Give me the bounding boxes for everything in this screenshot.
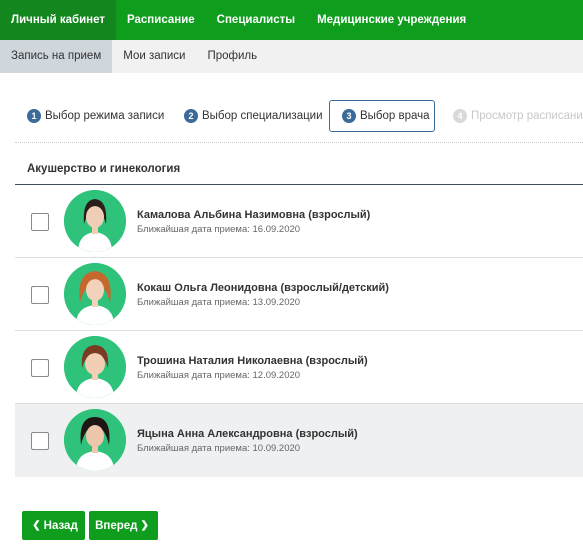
doctor-row[interactable]: Трошина Наталия Николаевна (взрослый) Бл… bbox=[15, 331, 583, 404]
nav-personal-cabinet[interactable]: Личный кабинет bbox=[0, 0, 116, 40]
subnav-profile[interactable]: Профиль bbox=[196, 40, 268, 73]
chevron-right-icon: ❯ bbox=[140, 520, 149, 531]
doctor-list: Камалова Альбина Назимовна (взрослый) Бл… bbox=[15, 185, 583, 477]
doctor-checkbox[interactable] bbox=[31, 432, 49, 450]
doctor-row[interactable]: Камалова Альбина Назимовна (взрослый) Бл… bbox=[15, 185, 583, 258]
step-schedule: 4 Просмотр расписания bbox=[453, 100, 583, 132]
nav-medical-institutions[interactable]: Медицинские учреждения bbox=[306, 0, 477, 40]
top-navigation: Личный кабинет Расписание Специалисты Ме… bbox=[0, 0, 583, 40]
doctor-avatar bbox=[64, 263, 126, 325]
doctor-name: Кокаш Ольга Леонидовна (взрослый/детский… bbox=[137, 282, 389, 294]
doctor-avatar bbox=[64, 409, 126, 471]
step-specialization[interactable]: 2 Выбор специализации bbox=[184, 100, 323, 132]
next-button[interactable]: Вперед ❯ bbox=[89, 511, 158, 540]
wizard-steps: 1 Выбор режима записи 2 Выбор специализа… bbox=[0, 100, 583, 132]
step-number: 3 bbox=[342, 109, 356, 123]
doctor-nearest-date: Ближайшая дата приема: 12.09.2020 bbox=[137, 370, 301, 381]
step-label: Выбор врача bbox=[360, 110, 430, 122]
specialization-title: Акушерство и гинекология bbox=[27, 163, 181, 175]
doctor-name: Камалова Альбина Назимовна (взрослый) bbox=[137, 209, 371, 221]
doctor-name: Яцына Анна Александровна (взрослый) bbox=[137, 428, 358, 440]
doctor-avatar bbox=[64, 190, 126, 252]
doctor-checkbox[interactable] bbox=[31, 213, 49, 231]
subnav-my-records[interactable]: Мои записи bbox=[112, 40, 196, 73]
step-label: Просмотр расписания bbox=[471, 110, 583, 122]
doctor-checkbox[interactable] bbox=[31, 286, 49, 304]
nav-specialists[interactable]: Специалисты bbox=[206, 0, 306, 40]
doctor-row[interactable]: Кокаш Ольга Леонидовна (взрослый/детский… bbox=[15, 258, 583, 331]
doctor-nearest-date: Ближайшая дата приема: 13.09.2020 bbox=[137, 297, 301, 308]
subnav-appointment[interactable]: Запись на прием bbox=[0, 40, 113, 73]
doctor-name: Трошина Наталия Николаевна (взрослый) bbox=[137, 355, 368, 367]
doctor-nearest-date: Ближайшая дата приема: 10.09.2020 bbox=[137, 443, 301, 454]
step-doctor[interactable]: 3 Выбор врача bbox=[329, 100, 435, 132]
doctor-nearest-date: Ближайшая дата приема: 16.09.2020 bbox=[137, 224, 301, 235]
nav-schedule[interactable]: Расписание bbox=[116, 0, 206, 40]
divider bbox=[15, 142, 583, 143]
step-number: 2 bbox=[184, 109, 198, 123]
back-button-label: Назад bbox=[43, 519, 78, 532]
step-label: Выбор специализации bbox=[202, 110, 323, 122]
next-button-label: Вперед bbox=[95, 519, 138, 532]
doctor-checkbox[interactable] bbox=[31, 359, 49, 377]
step-number: 4 bbox=[453, 109, 467, 123]
step-mode[interactable]: 1 Выбор режима записи bbox=[27, 100, 164, 132]
back-button[interactable]: ❮ Назад bbox=[22, 511, 85, 540]
doctor-avatar bbox=[64, 336, 126, 398]
step-label: Выбор режима записи bbox=[45, 110, 165, 122]
step-number: 1 bbox=[27, 109, 41, 123]
chevron-left-icon: ❮ bbox=[32, 520, 41, 531]
sub-navigation: Запись на прием Мои записи Профиль bbox=[0, 40, 583, 73]
doctor-row[interactable]: Яцына Анна Александровна (взрослый) Ближ… bbox=[15, 404, 583, 477]
